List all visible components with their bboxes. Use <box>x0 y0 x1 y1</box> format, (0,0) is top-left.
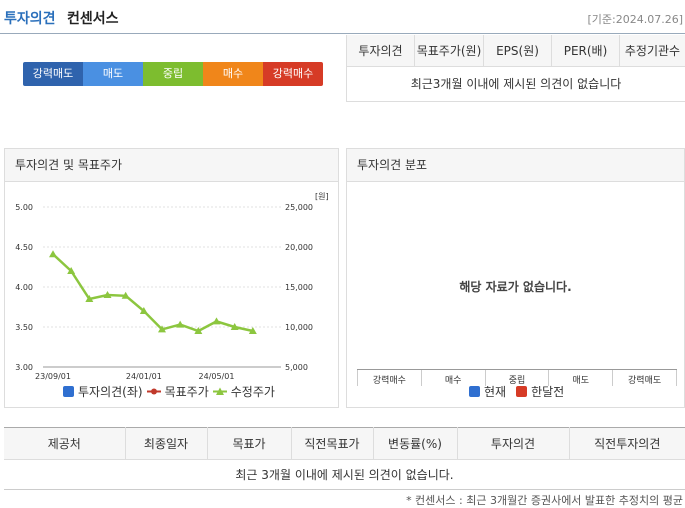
reference-date: [기준:2024.07.26] <box>587 13 683 26</box>
col-opinion: 투자의견 <box>346 35 415 67</box>
section-title-consensus: 컨센서스 <box>67 11 119 27</box>
col-target-price: 목표주가(원) <box>414 35 484 67</box>
opinion-strong-buy: 강력매수 <box>263 62 323 86</box>
series-line-수정주가 <box>52 253 254 333</box>
opinion-detail-table: 제공처 최종일자 목표가 직전목표가 변동률(%) 투자의견 직전투자의견 최근… <box>4 427 685 490</box>
right-axis-tick: 10,000 <box>285 323 313 332</box>
col-target: 목표가 <box>206 427 291 460</box>
legend-month-ago-label: 한달전 <box>531 385 565 399</box>
x-axis-tick: 23/09/01 <box>35 372 71 381</box>
legend-opinion-swatch <box>63 386 74 397</box>
left-axis-tick: 4.00 <box>15 283 33 292</box>
legend-opinion-label: 투자의견(좌) <box>78 385 143 399</box>
x-axis-tick: 24/01/01 <box>126 372 162 381</box>
detail-empty-row: 최근 3개월 이내에 제시된 의견이 없습니다. <box>4 459 685 490</box>
col-per: PER(배) <box>551 35 620 67</box>
left-axis-tick: 3.00 <box>15 363 33 372</box>
legend-target-marker <box>146 388 161 395</box>
legend-adjusted-label: 수정주가 <box>230 385 275 399</box>
footnote: * 컨센서스 : 최근 3개월간 증권사에서 발표한 추정치의 평균 <box>406 494 683 507</box>
consensus-header-row: 투자의견 목표주가(원) EPS(원) PER(배) 추정기관수 <box>346 35 685 67</box>
opinion-neutral: 중립 <box>143 62 203 86</box>
col-eps: EPS(원) <box>483 35 552 67</box>
chart-legend: 투자의견(좌) 목표주가 수정주가 <box>63 383 275 400</box>
right-axis-tick: 15,000 <box>285 283 313 292</box>
left-axis-tick: 3.50 <box>15 323 33 332</box>
right-axis-tick: 25,000 <box>285 203 313 212</box>
legend-current-label: 현재 <box>484 385 507 399</box>
data-point <box>49 250 57 258</box>
col-institutions: 추정기관수 <box>619 35 685 67</box>
detail-empty-message: 최근 3개월 이내에 제시된 의견이 없습니다. <box>4 459 685 490</box>
col-opinion: 투자의견 <box>456 427 569 460</box>
opinion-price-chart-panel: 투자의견 및 목표주가 5.00 25,000 4.50 20,000 4.00 15,0… <box>4 148 339 408</box>
legend-adjusted-marker <box>212 387 227 395</box>
legend-current-swatch <box>469 386 480 397</box>
distribution-panel-title: 투자의견 분포 <box>347 149 684 182</box>
left-axis-tick: 4.50 <box>15 243 33 252</box>
section-title-opinion: 투자의견 <box>4 11 56 27</box>
consensus-table: 투자의견 목표주가(원) EPS(원) PER(배) 추정기관수 최근3개월 이… <box>346 35 685 102</box>
consensus-empty-row: 최근3개월 이내에 제시된 의견이 없습니다 <box>346 66 685 102</box>
right-axis-tick: 20,000 <box>285 243 313 252</box>
dist-cat-strong-sell: 강력매도 <box>612 370 677 386</box>
col-change-rate: 변동률(%) <box>372 427 457 460</box>
distribution-legend: 현재 한달전 <box>469 383 564 400</box>
col-prev-target: 직전목표가 <box>290 427 373 460</box>
opinion-price-chart: 5.00 25,000 4.50 20,000 4.00 15,000 3.50 10,000… <box>15 192 329 381</box>
chart-panel-title: 투자의견 및 목표주가 <box>5 149 338 182</box>
opinion-buy: 매수 <box>203 62 263 86</box>
section-header: 투자의견 컨센서스 [기준:2024.07.26] <box>0 0 685 34</box>
opinion-scale-bar: 강력매도 매도 중립 매수 강력매수 <box>23 62 323 86</box>
opinion-distribution-panel: 투자의견 분포 해당 자료가 없습니다. 강력매수 매수 중립 매도 강력매도 … <box>346 148 685 408</box>
data-point <box>212 317 221 325</box>
right-axis-unit: [원] <box>315 192 329 201</box>
col-last-date: 최종일자 <box>124 427 207 460</box>
dist-cat-strong-buy: 강력매수 <box>357 370 421 386</box>
x-axis-tick: 24/05/01 <box>199 372 235 381</box>
opinion-strong-sell: 강력매도 <box>23 62 83 86</box>
legend-target-label: 목표주가 <box>164 385 209 399</box>
legend-month-ago-swatch <box>516 386 528 397</box>
distribution-empty-message: 해당 자료가 없습니다. <box>459 280 572 294</box>
detail-header-row: 제공처 최종일자 목표가 직전목표가 변동률(%) 투자의견 직전투자의견 <box>4 427 685 460</box>
right-axis-tick: 5,000 <box>285 363 308 372</box>
left-axis-tick: 5.00 <box>15 203 33 212</box>
col-provider: 제공처 <box>4 427 125 460</box>
opinion-sell: 매도 <box>83 62 143 86</box>
consensus-empty-message: 최근3개월 이내에 제시된 의견이 없습니다 <box>346 66 685 102</box>
col-prev-opinion: 직전투자의견 <box>568 427 685 460</box>
